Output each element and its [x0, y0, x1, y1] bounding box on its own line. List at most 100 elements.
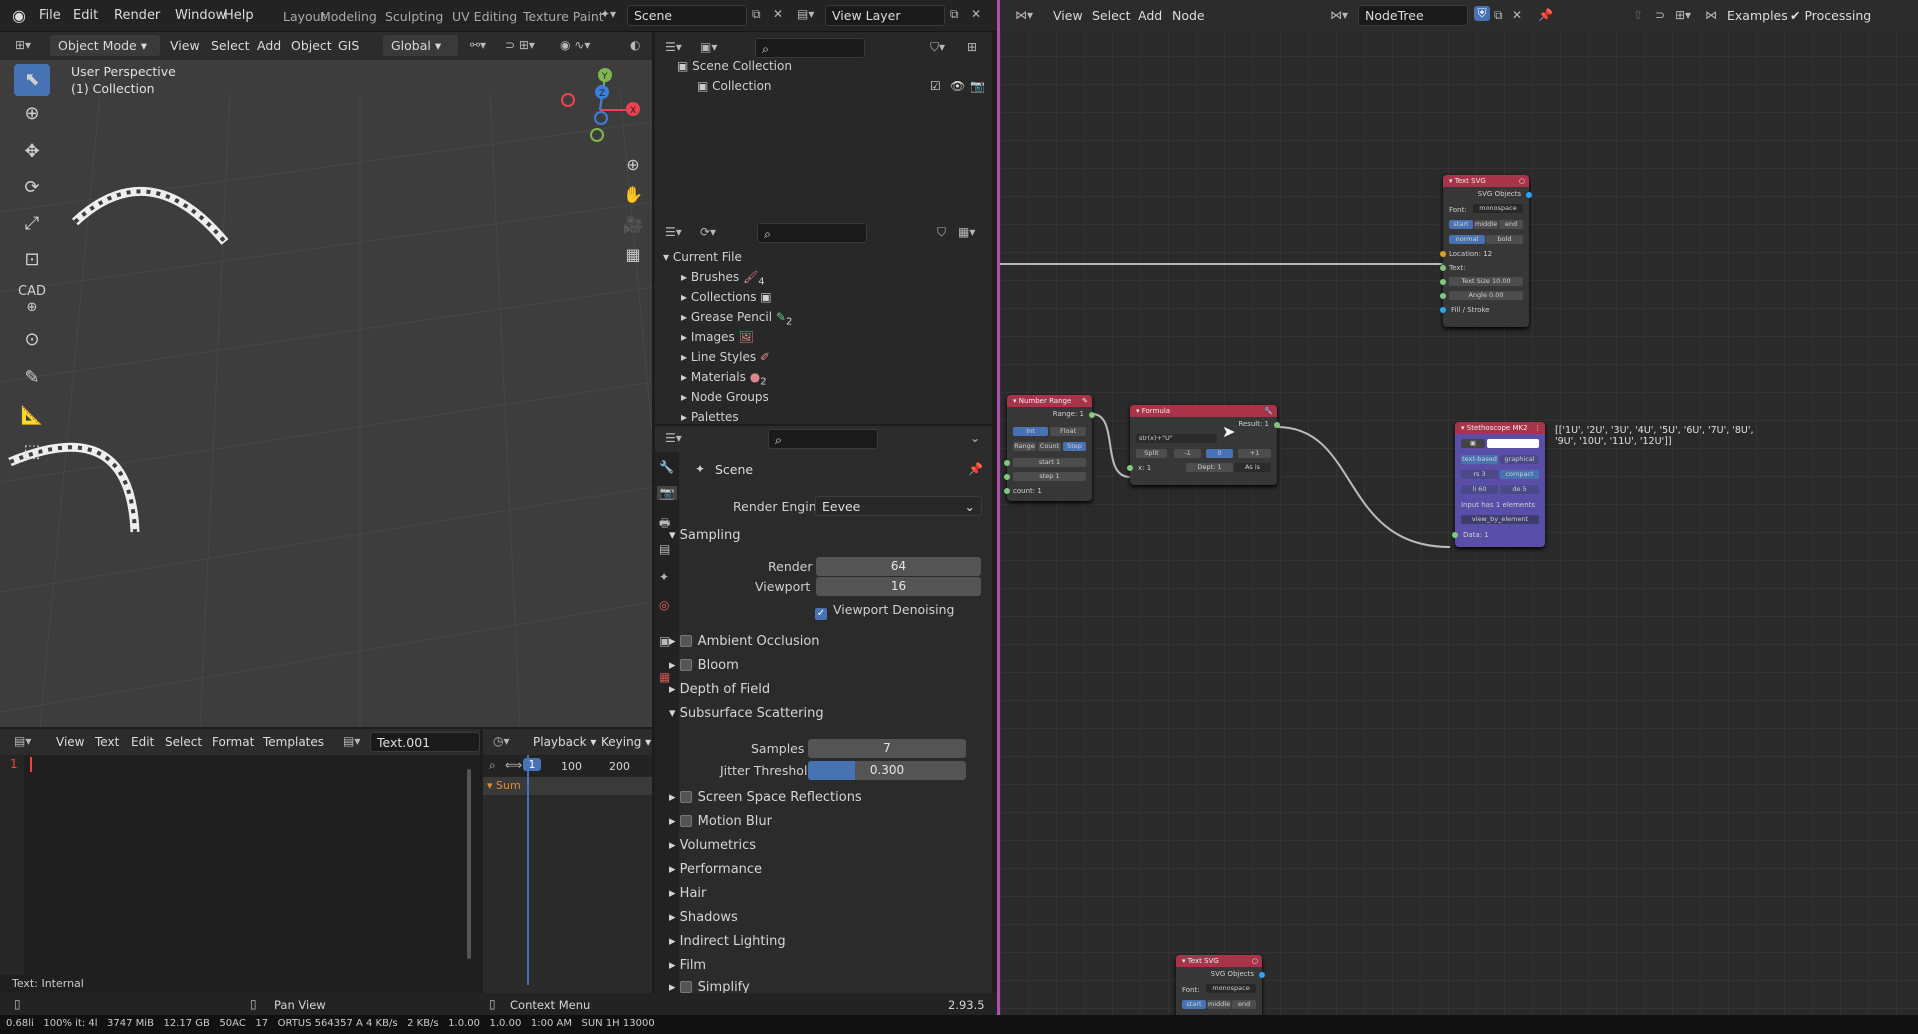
count-mode-button[interactable]: Count	[1038, 442, 1061, 451]
font-dropdown[interactable]: monospace	[1473, 204, 1523, 213]
panel-film[interactable]: ▸ Film	[669, 956, 969, 976]
panel-shadows[interactable]: ▸ Shadows	[669, 908, 969, 928]
panel-checkbox[interactable]	[679, 791, 692, 803]
parent-tree-icon[interactable]: ⇧	[1633, 8, 1643, 22]
viewport-menu-add[interactable]: Add	[257, 38, 281, 53]
fake-user-shield-icon[interactable]: ⛨	[1474, 6, 1490, 21]
node-header[interactable]: ▾ Text SVG ○	[1443, 175, 1529, 187]
filter-icon[interactable]: ⛉▾	[930, 40, 945, 55]
datablock-row-grease-pencil[interactable]: ▸ Grease Pencil ✎2	[655, 307, 992, 327]
node-tree-field[interactable]: NodeTree	[1358, 5, 1468, 26]
panel-indirect-lighting[interactable]: ▸ Indirect Lighting	[669, 932, 969, 952]
datablock-row-brushes[interactable]: ▸ Brushes 🖌4	[655, 267, 992, 287]
pin-icon[interactable]: 📌	[1538, 8, 1553, 22]
panel-checkbox[interactable]	[679, 815, 692, 827]
delete-icon[interactable]: ▦▾	[958, 225, 975, 239]
sss-samples-field[interactable]: 7	[808, 739, 966, 758]
align-end-button[interactable]: end	[1232, 1000, 1256, 1009]
depth-field[interactable]: Dept: 1	[1186, 463, 1233, 472]
scale-icon[interactable]: ⤢	[14, 208, 50, 240]
orientation-dropdown[interactable]: Global ▾	[383, 35, 458, 56]
current-frame-indicator[interactable]: 1	[523, 758, 541, 771]
scene-field[interactable]: Scene	[627, 5, 747, 26]
outliner-display-mode-icon[interactable]: ▣▾	[700, 40, 717, 54]
outliner-row-collection[interactable]: ▣ Collection ☑ 👁 📷	[655, 76, 992, 96]
weight-normal-button[interactable]: normal	[1449, 235, 1485, 244]
delete-view-layer-icon[interactable]: ✕	[971, 7, 981, 21]
playhead[interactable]	[527, 755, 529, 985]
input-socket[interactable]	[1440, 293, 1446, 299]
panel-bloom[interactable]: ▸ Bloom	[669, 656, 969, 676]
input-socket[interactable]	[1440, 307, 1446, 313]
text-menu-format[interactable]: Format	[212, 735, 254, 749]
node-stethoscope[interactable]: ▾ Stethoscope MK2 ⋮ ▣ text-based graphica…	[1452, 422, 1545, 547]
datablock-row-palettes[interactable]: ▸ Palettes	[655, 407, 992, 424]
pivot-icon[interactable]: ⚯▾	[470, 38, 486, 52]
input-socket[interactable]	[1004, 460, 1010, 466]
render-samples-field[interactable]: 64	[816, 557, 981, 576]
input-socket[interactable]	[1004, 488, 1010, 494]
int-button[interactable]: Int	[1013, 427, 1048, 436]
node-text-svg[interactable]: ▾ Text SVG ○ SVG Objects Font: monospace …	[1440, 175, 1532, 327]
align-middle-button[interactable]: middle	[1474, 220, 1498, 229]
annotate-measure-icon[interactable]: ⊙	[14, 324, 50, 356]
viewport-denoising-checkbox[interactable]: ✓ Viewport Denoising	[815, 602, 954, 620]
outliner-row-scene-collection[interactable]: ▣ Scene Collection	[655, 56, 992, 76]
output-socket[interactable]	[1259, 972, 1265, 978]
tool-tab-icon[interactable]: 🔧	[659, 460, 674, 474]
node-menu-select[interactable]: Select	[1092, 8, 1131, 23]
menu-help[interactable]: Help	[224, 8, 254, 23]
as-is-dropdown[interactable]: As is	[1234, 463, 1271, 472]
editor-type-icon[interactable]: ▤▾	[14, 734, 31, 748]
datablock-row-materials[interactable]: ▸ Materials ●2	[655, 367, 992, 387]
panel-checkbox[interactable]	[679, 981, 692, 993]
align-start-button[interactable]: start	[1182, 1000, 1206, 1009]
editor-type-icon[interactable]: ☰▾	[665, 225, 682, 239]
text-scrollbar[interactable]	[467, 769, 471, 959]
viewport-menu-object[interactable]: Object	[291, 38, 332, 53]
zoom-icon[interactable]: ⊕	[620, 150, 646, 180]
measure-icon[interactable]: 📐	[14, 400, 50, 432]
node-tree-type-icon[interactable]: ⋈▾	[1330, 8, 1348, 22]
timeline-ruler[interactable]: ⌕ ⟺ 1 100 200	[483, 755, 652, 777]
input-socket[interactable]	[1004, 474, 1010, 480]
delete-scene-icon[interactable]: ✕	[773, 7, 783, 21]
timeline-menu-playback[interactable]: Playback ▾	[533, 735, 596, 749]
output-socket[interactable]	[1526, 192, 1532, 198]
zero-button[interactable]: 0	[1206, 449, 1233, 458]
copy-tree-icon[interactable]: ⧉	[1494, 8, 1503, 23]
render-camera-icon[interactable]: 📷	[970, 76, 985, 96]
split-button[interactable]: Split	[1136, 449, 1167, 458]
sverchok-icon[interactable]: ⋈	[1705, 8, 1717, 22]
range-icon[interactable]: ⟺	[505, 758, 522, 772]
filter-icon[interactable]: ⛉	[937, 225, 946, 240]
rs-field[interactable]: rs 3	[1461, 470, 1498, 479]
graphical-button[interactable]: graphical	[1500, 455, 1539, 464]
outliner-search-input[interactable]: ⌕	[755, 38, 865, 58]
datablock-row-images[interactable]: ▸ Images 🖼	[655, 327, 992, 347]
scene-icon[interactable]: ✦▾	[600, 7, 616, 21]
panel-checkbox[interactable]	[679, 659, 692, 671]
input-socket[interactable]	[1440, 265, 1446, 271]
panel-checkbox[interactable]	[679, 635, 692, 647]
text-size-field[interactable]: Text Size 10.00	[1449, 277, 1523, 286]
display-mode-icon[interactable]: ⟳▾	[700, 225, 716, 239]
datablock-row-line-styles[interactable]: ▸ Line Styles ✐	[655, 347, 992, 367]
de-field[interactable]: de 5	[1500, 485, 1539, 494]
text-menu-view[interactable]: View	[56, 735, 84, 749]
chevron-down-icon[interactable]: ⌄	[970, 431, 980, 445]
step-field[interactable]: step 1	[1013, 472, 1086, 481]
input-socket[interactable]	[1127, 465, 1133, 471]
node-editor[interactable]: [['1U', '2U', '3U', '4U', '5U', '6U', '7…	[997, 0, 1918, 1020]
step-mode-button[interactable]: Step	[1063, 442, 1086, 451]
pin-icon[interactable]: 📌	[968, 462, 983, 476]
start-field[interactable]: start 1	[1013, 458, 1086, 467]
cad-icon[interactable]: CAD ⊕	[14, 284, 50, 316]
move-icon[interactable]: ✥	[14, 136, 50, 168]
cursor-icon[interactable]: ⊕	[14, 98, 50, 130]
viewport-samples-field[interactable]: 16	[816, 577, 981, 596]
panel-sampling[interactable]: ▾ Sampling	[669, 526, 969, 546]
text-datablock-field[interactable]: Text.001	[370, 732, 480, 752]
input-socket[interactable]	[1440, 251, 1446, 257]
new-scene-icon[interactable]: ⧉	[752, 7, 761, 22]
